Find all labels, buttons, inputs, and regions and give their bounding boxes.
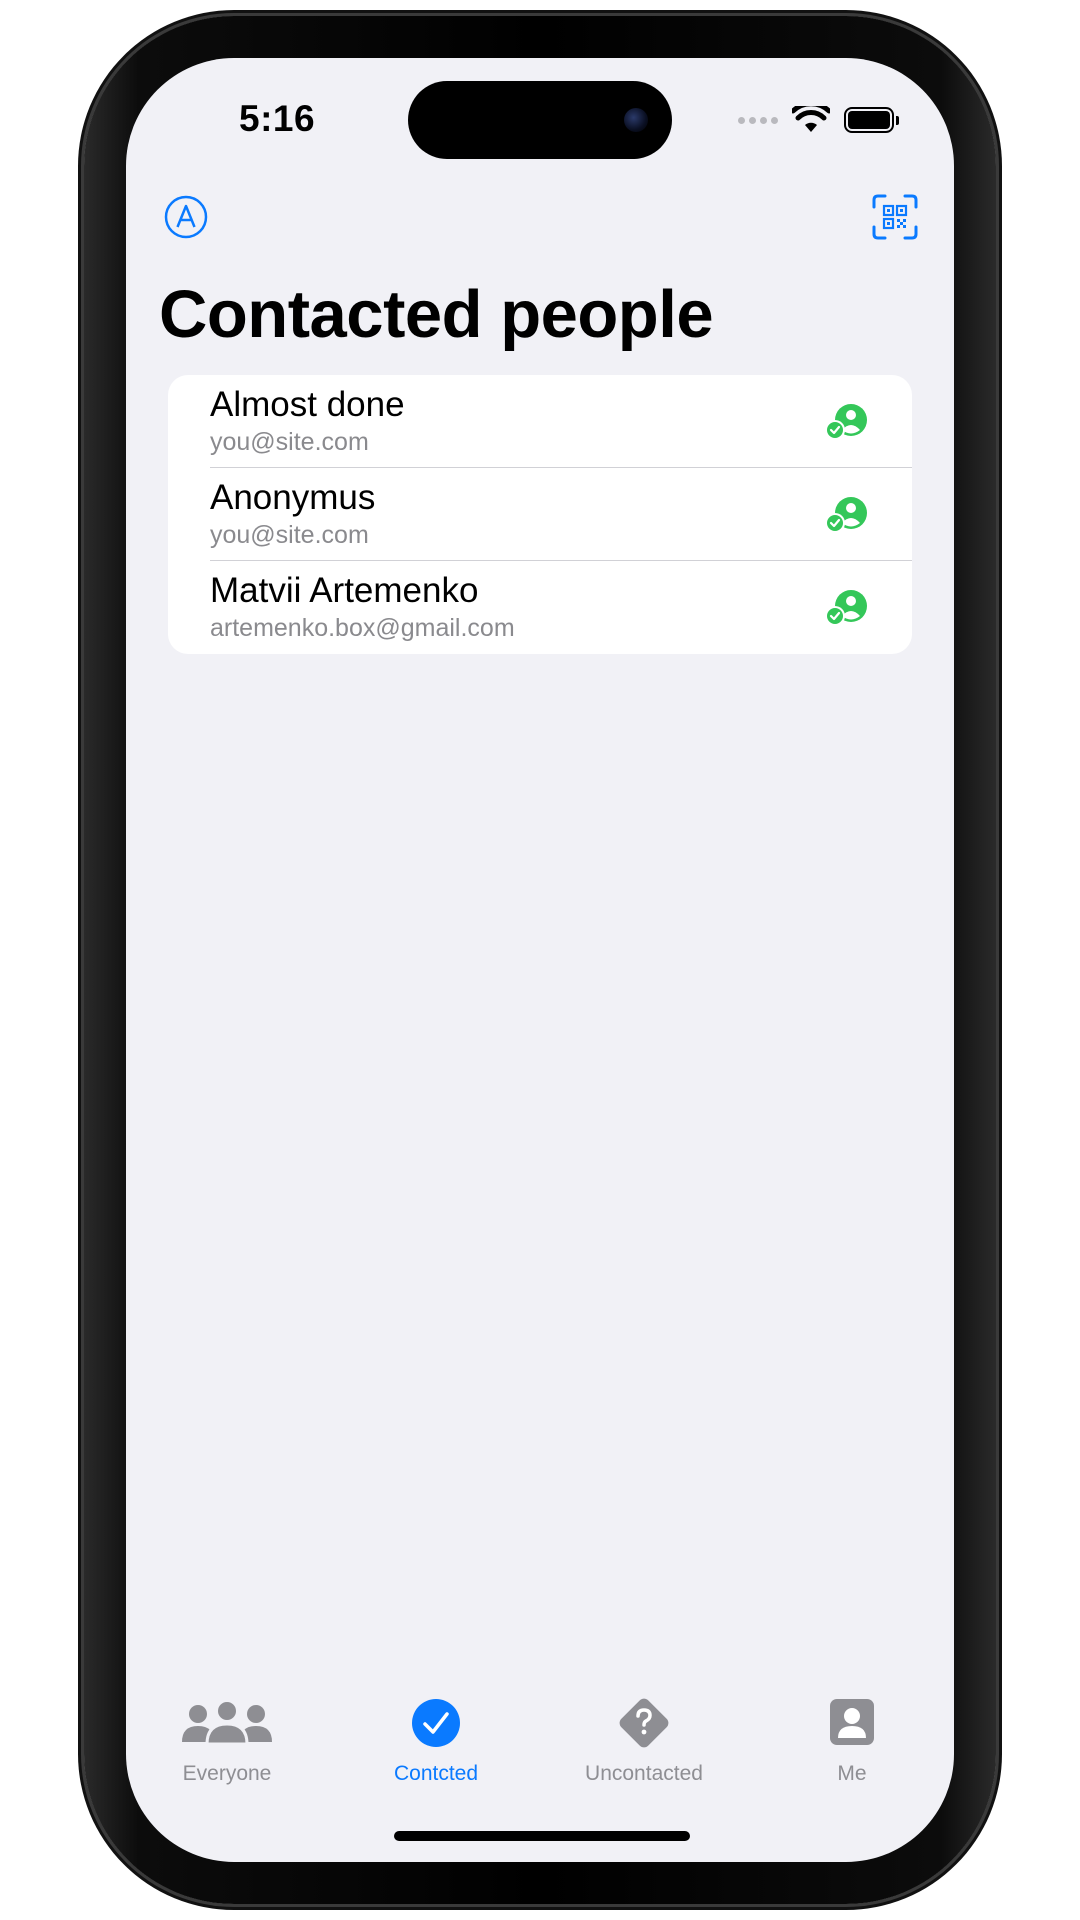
tab-contacted[interactable]: Contcted xyxy=(346,1698,526,1808)
checkmark-circle-icon xyxy=(412,1699,460,1747)
contact-email: artemenko.box@gmail.com xyxy=(210,614,515,642)
tab-everyone[interactable]: Everyone xyxy=(137,1698,317,1808)
people-icon xyxy=(182,1699,272,1746)
contact-name: Matvii Artemenko xyxy=(210,571,479,610)
contacts-list: Almost done you@site.com Anonymus you@si… xyxy=(168,375,912,654)
contact-row[interactable]: Almost done you@site.com xyxy=(168,375,912,468)
a-circle-icon[interactable] xyxy=(164,195,208,239)
tab-me[interactable]: Me xyxy=(762,1698,942,1808)
contact-email: you@site.com xyxy=(210,428,369,456)
qr-scan-icon[interactable] xyxy=(872,194,918,240)
contact-name: Anonymus xyxy=(210,478,376,517)
person-checkmark-icon xyxy=(825,497,867,533)
contact-row[interactable]: Anonymus you@site.com xyxy=(168,468,912,561)
person-checkmark-icon xyxy=(825,590,867,626)
home-indicator xyxy=(394,1831,690,1841)
status-time: 5:16 xyxy=(239,98,316,139)
contact-row[interactable]: Matvii Artemenko artemenko.box@gmail.com xyxy=(168,561,912,654)
questionmark-diamond-icon xyxy=(619,1698,669,1748)
battery-icon xyxy=(844,107,899,133)
tab-uncontacted[interactable]: Uncontacted xyxy=(554,1698,734,1808)
tab-label: Everyone xyxy=(182,1762,272,1785)
status-indicators xyxy=(738,106,899,134)
tab-bar: Everyone Contcted Uncontacted Me xyxy=(126,1698,954,1808)
contact-name: Almost done xyxy=(210,385,405,424)
cellular-signal-icon xyxy=(738,116,778,124)
tab-label: Contcted xyxy=(393,1762,479,1785)
person-checkmark-icon xyxy=(825,404,867,440)
tab-label: Uncontacted xyxy=(585,1762,703,1785)
page-title: Contacted people xyxy=(159,277,714,352)
person-square-icon xyxy=(830,1699,874,1745)
device-mockup: 5:16 Contacted people Almost done you@si… xyxy=(0,0,1080,1920)
camera-lens-icon xyxy=(624,108,648,132)
tab-label: Me xyxy=(837,1762,867,1785)
app-screen: 5:16 Contacted people Almost done you@si… xyxy=(126,58,954,1862)
contact-email: you@site.com xyxy=(210,521,369,549)
dynamic-island xyxy=(408,81,672,159)
wifi-icon xyxy=(792,106,830,132)
